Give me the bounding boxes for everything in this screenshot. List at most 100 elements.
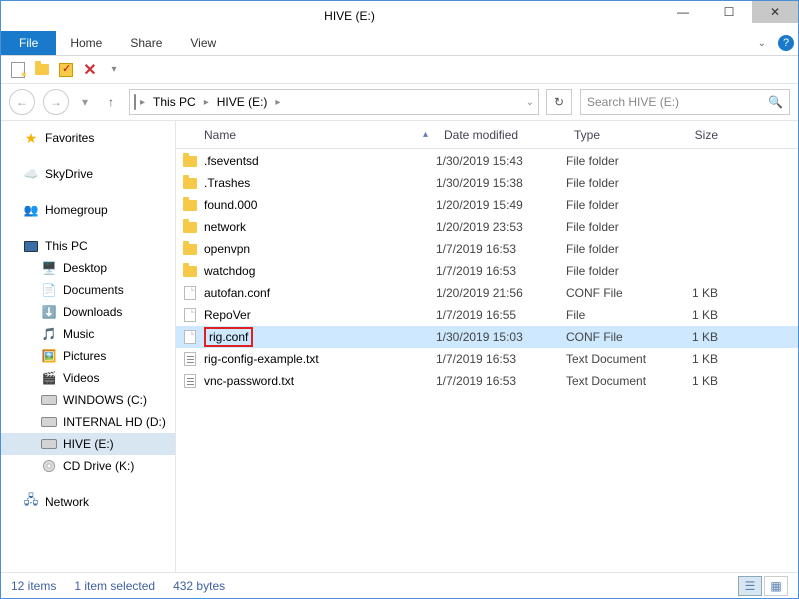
file-size: 1 KB — [666, 330, 726, 344]
computer-icon — [23, 238, 39, 254]
file-row[interactable]: vnc-password.txt1/7/2019 16:53Text Docum… — [176, 370, 798, 392]
file-name: .fseventsd — [204, 154, 436, 168]
breadcrumb-seg-1[interactable]: HIVE (E:) — [213, 95, 272, 109]
file-row[interactable]: found.0001/20/2019 15:49File folder — [176, 194, 798, 216]
tree-item-label: CD Drive (K:) — [63, 459, 134, 473]
navigation-bar: ← → ▾ ↑ ▸ This PC ▸ HIVE (E:) ▸ ⌄ ↻ Sear… — [1, 84, 798, 120]
new-item-icon[interactable] — [9, 61, 27, 79]
ribbon-expand-icon[interactable]: ⌄ — [758, 31, 774, 55]
folder-icon — [183, 200, 197, 211]
close-button[interactable]: ✕ — [752, 1, 798, 23]
chevron-right-icon: ▸ — [140, 97, 145, 108]
folder-icon — [183, 244, 197, 255]
tab-share[interactable]: Share — [116, 31, 176, 55]
file-row[interactable]: .Trashes1/30/2019 15:38File folder — [176, 172, 798, 194]
tree-item-icon: 🖥️ — [41, 260, 57, 276]
file-list: .fseventsd1/30/2019 15:43File folder.Tra… — [176, 149, 798, 572]
search-input[interactable]: Search HIVE (E:) 🔍 — [580, 89, 790, 115]
file-name: .Trashes — [204, 176, 436, 190]
tree-item-icon — [41, 458, 57, 474]
address-bar[interactable]: ▸ This PC ▸ HIVE (E:) ▸ ⌄ — [129, 89, 539, 115]
tree-item-label: Pictures — [63, 349, 106, 363]
tree-homegroup[interactable]: 👥 Homegroup — [1, 199, 175, 221]
star-icon: ★ — [23, 130, 39, 146]
tree-item-label: Music — [63, 327, 94, 341]
search-placeholder: Search HIVE (E:) — [587, 95, 768, 109]
tree-item[interactable]: 🎵 Music — [1, 323, 175, 345]
tree-network[interactable]: 🖧 Network — [1, 491, 175, 513]
file-row[interactable]: openvpn1/7/2019 16:53File folder — [176, 238, 798, 260]
file-size: 1 KB — [666, 286, 726, 300]
file-name: RepoVer — [204, 308, 436, 322]
properties-icon[interactable] — [57, 61, 75, 79]
tab-view[interactable]: View — [176, 31, 230, 55]
col-size[interactable]: Size — [666, 128, 726, 142]
folder-icon — [183, 266, 197, 277]
help-button[interactable]: ? — [774, 31, 798, 55]
col-type[interactable]: Type — [566, 128, 666, 142]
search-icon: 🔍 — [768, 95, 783, 109]
file-tab[interactable]: File — [1, 31, 56, 55]
address-dropdown-icon[interactable]: ⌄ — [526, 97, 534, 108]
file-date: 1/20/2019 23:53 — [436, 220, 566, 234]
tree-item[interactable]: 🎬Videos — [1, 367, 175, 389]
qat-dropdown-icon[interactable]: ▾ — [105, 61, 123, 79]
tree-item[interactable]: CD Drive (K:) — [1, 455, 175, 477]
tree-item-label: Downloads — [63, 305, 122, 319]
file-date: 1/7/2019 16:53 — [436, 264, 566, 278]
tree-item-label: HIVE (E:) — [63, 437, 114, 451]
col-date[interactable]: Date modified — [436, 128, 566, 142]
tree-item[interactable]: HIVE (E:) — [1, 433, 175, 455]
tree-item[interactable]: 📄Documents — [1, 279, 175, 301]
tree-item-label: Documents — [63, 283, 124, 297]
tree-item-label: Videos — [63, 371, 99, 385]
view-details-button[interactable]: ☰ — [738, 576, 762, 596]
tree-item[interactable]: ⬇️ Downloads — [1, 301, 175, 323]
file-size: 1 KB — [666, 352, 726, 366]
status-selection: 1 item selected — [74, 579, 155, 593]
file-date: 1/20/2019 21:56 — [436, 286, 566, 300]
tab-home[interactable]: Home — [56, 31, 116, 55]
tree-item[interactable]: INTERNAL HD (D:) — [1, 411, 175, 433]
history-dropdown-icon[interactable]: ▾ — [77, 92, 93, 112]
tree-item-icon: 🎵 — [41, 326, 57, 342]
tree-item[interactable]: 🖼️Pictures — [1, 345, 175, 367]
file-row[interactable]: autofan.conf1/20/2019 21:56CONF File1 KB — [176, 282, 798, 304]
file-row[interactable]: rig-config-example.txt1/7/2019 16:53Text… — [176, 348, 798, 370]
column-headers: Name ▴ Date modified Type Size — [176, 121, 798, 149]
file-size: 1 KB — [666, 374, 726, 388]
file-date: 1/7/2019 16:53 — [436, 374, 566, 388]
refresh-button[interactable]: ↻ — [546, 89, 572, 115]
file-type: CONF File — [566, 330, 666, 344]
file-row[interactable]: .fseventsd1/30/2019 15:43File folder — [176, 150, 798, 172]
network-icon: 🖧 — [23, 494, 39, 510]
tree-this-pc[interactable]: This PC — [1, 235, 175, 257]
file-date: 1/7/2019 16:53 — [436, 352, 566, 366]
file-type: File — [566, 308, 666, 322]
tree-skydrive[interactable]: ☁️ SkyDrive — [1, 163, 175, 185]
up-button[interactable]: ↑ — [101, 92, 121, 112]
delete-icon[interactable]: ✕ — [81, 61, 99, 79]
file-type: Text Document — [566, 374, 666, 388]
tree-item[interactable]: WINDOWS (C:) — [1, 389, 175, 411]
tree-item[interactable]: 🖥️Desktop — [1, 257, 175, 279]
breadcrumb-seg-0[interactable]: This PC — [149, 95, 200, 109]
file-row[interactable]: rig.conf1/30/2019 15:03CONF File1 KB — [176, 326, 798, 348]
back-button[interactable]: ← — [9, 89, 35, 115]
tree-item-icon: ⬇️ — [41, 304, 57, 320]
maximize-button[interactable]: ☐ — [706, 1, 752, 23]
file-row[interactable]: watchdog1/7/2019 16:53File folder — [176, 260, 798, 282]
file-row[interactable]: RepoVer1/7/2019 16:55File1 KB — [176, 304, 798, 326]
minimize-button[interactable]: — — [660, 1, 706, 23]
file-name: rig-config-example.txt — [204, 352, 436, 366]
view-icons-button[interactable]: ▦ — [764, 576, 788, 596]
forward-button[interactable]: → — [43, 89, 69, 115]
text-file-icon — [184, 374, 196, 388]
new-folder-icon[interactable] — [33, 61, 51, 79]
file-date: 1/20/2019 15:49 — [436, 198, 566, 212]
file-name: rig.conf — [204, 327, 436, 347]
tree-favorites[interactable]: ★ Favorites — [1, 127, 175, 149]
col-name[interactable]: Name ▴ — [176, 128, 436, 142]
status-count: 12 items — [11, 579, 56, 593]
file-row[interactable]: network1/20/2019 23:53File folder — [176, 216, 798, 238]
